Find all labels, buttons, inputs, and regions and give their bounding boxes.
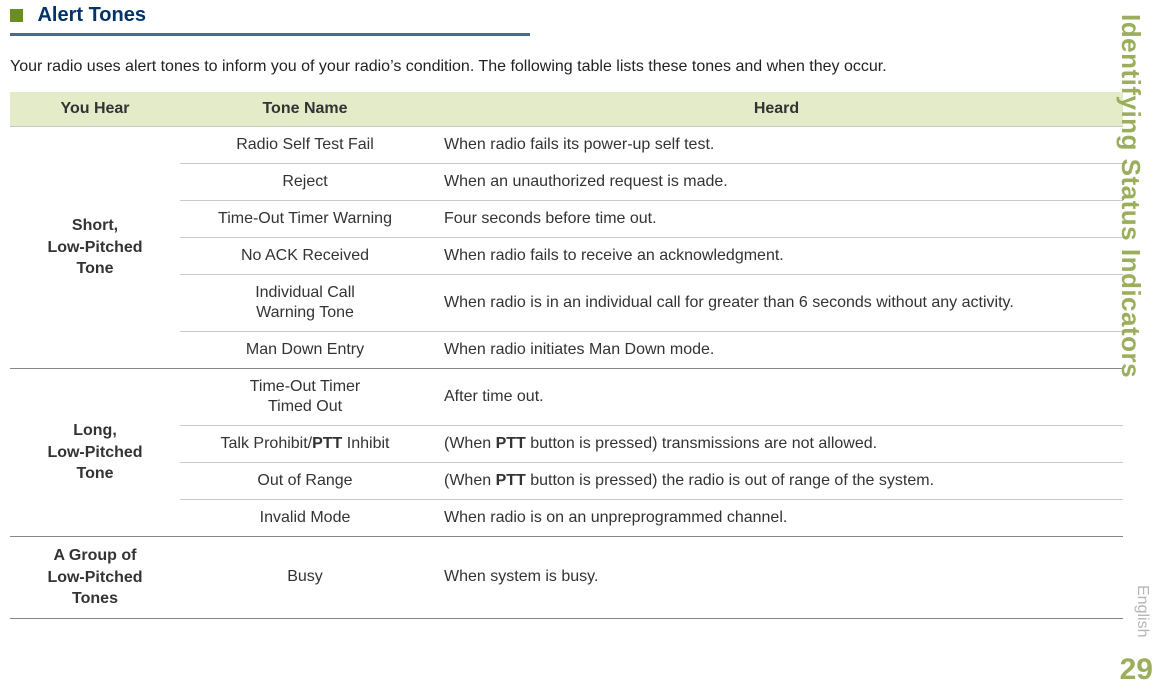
- table-row: Long, Low-Pitched Tone Time-Out Timer Ti…: [10, 369, 1123, 426]
- tone-heard: When radio fails to receive an acknowled…: [430, 238, 1123, 275]
- alert-tones-table: You Hear Tone Name Heard Short, Low-Pitc…: [10, 92, 1123, 619]
- tone-name: Out of Range: [180, 463, 430, 500]
- tone-heard: When radio is in an individual call for …: [430, 275, 1123, 332]
- section-heading: Alert Tones: [10, 4, 1123, 36]
- label: PTT: [312, 435, 342, 452]
- tone-name: Time-Out Timer Warning: [180, 201, 430, 238]
- tone-name: Radio Self Test Fail: [180, 127, 430, 164]
- label: Low-Pitched: [47, 239, 142, 256]
- chapter-title-vertical: Identifying Status Indicators: [1115, 14, 1146, 378]
- label: (When: [444, 472, 496, 489]
- label: Low-Pitched: [47, 569, 142, 586]
- label: Time-Out Timer: [250, 378, 361, 395]
- col-you-hear: You Hear: [10, 92, 180, 127]
- page-root: Alert Tones Your radio uses alert tones …: [0, 4, 1163, 697]
- tone-heard: When radio fails its power-up self test.: [430, 127, 1123, 164]
- tone-name: Time-Out Timer Timed Out: [180, 369, 430, 426]
- tone-name: Busy: [180, 537, 430, 619]
- tone-name: Talk Prohibit/PTT Inhibit: [180, 426, 430, 463]
- tone-name: Invalid Mode: [180, 500, 430, 537]
- bullet-icon: [10, 9, 23, 22]
- tone-name: Individual Call Warning Tone: [180, 275, 430, 332]
- heading-rule: [10, 33, 530, 36]
- label: Long,: [73, 422, 117, 439]
- tone-name: Reject: [180, 164, 430, 201]
- tone-heard: After time out.: [430, 369, 1123, 426]
- you-hear-short: Short, Low-Pitched Tone: [10, 127, 180, 369]
- tone-heard: (When PTT button is pressed) the radio i…: [430, 463, 1123, 500]
- table-header-row: You Hear Tone Name Heard: [10, 92, 1123, 127]
- label: Warning Tone: [256, 304, 354, 321]
- side-bar: Identifying Status Indicators: [1115, 14, 1155, 674]
- label: Individual Call: [255, 284, 355, 301]
- label: Tones: [72, 590, 118, 607]
- label: Low-Pitched: [47, 444, 142, 461]
- page-number: 29: [1120, 653, 1153, 687]
- tone-name: No ACK Received: [180, 238, 430, 275]
- label: PTT: [496, 472, 526, 489]
- you-hear-group-busy: A Group of Low-Pitched Tones: [10, 537, 180, 619]
- you-hear-long: Long, Low-Pitched Tone: [10, 369, 180, 537]
- label: Tone: [76, 465, 113, 482]
- tone-heard: When radio initiates Man Down mode.: [430, 332, 1123, 369]
- section-intro: Your radio uses alert tones to inform yo…: [10, 58, 1123, 76]
- label: Short,: [72, 217, 118, 234]
- label: A Group of: [54, 547, 137, 564]
- label: PTT: [496, 435, 526, 452]
- label: Inhibit: [342, 435, 389, 452]
- col-tone-name: Tone Name: [180, 92, 430, 127]
- tone-heard: When radio is on an unpreprogrammed chan…: [430, 500, 1123, 537]
- label: Timed Out: [268, 398, 342, 415]
- tone-heard: Four seconds before time out.: [430, 201, 1123, 238]
- tone-heard: (When PTT button is pressed) transmissio…: [430, 426, 1123, 463]
- label: Tone: [76, 260, 113, 277]
- label: button is pressed) transmissions are not…: [526, 435, 877, 452]
- language-label-vertical: English: [1133, 585, 1151, 637]
- label: Talk Prohibit/: [221, 435, 313, 452]
- col-heard: Heard: [430, 92, 1123, 127]
- tone-heard: When system is busy.: [430, 537, 1123, 619]
- label: button is pressed) the radio is out of r…: [526, 472, 934, 489]
- tone-heard: When an unauthorized request is made.: [430, 164, 1123, 201]
- section-title: Alert Tones: [37, 4, 146, 26]
- label: (When: [444, 435, 496, 452]
- table-row: Short, Low-Pitched Tone Radio Self Test …: [10, 127, 1123, 164]
- table-row: A Group of Low-Pitched Tones Busy When s…: [10, 537, 1123, 619]
- tone-name: Man Down Entry: [180, 332, 430, 369]
